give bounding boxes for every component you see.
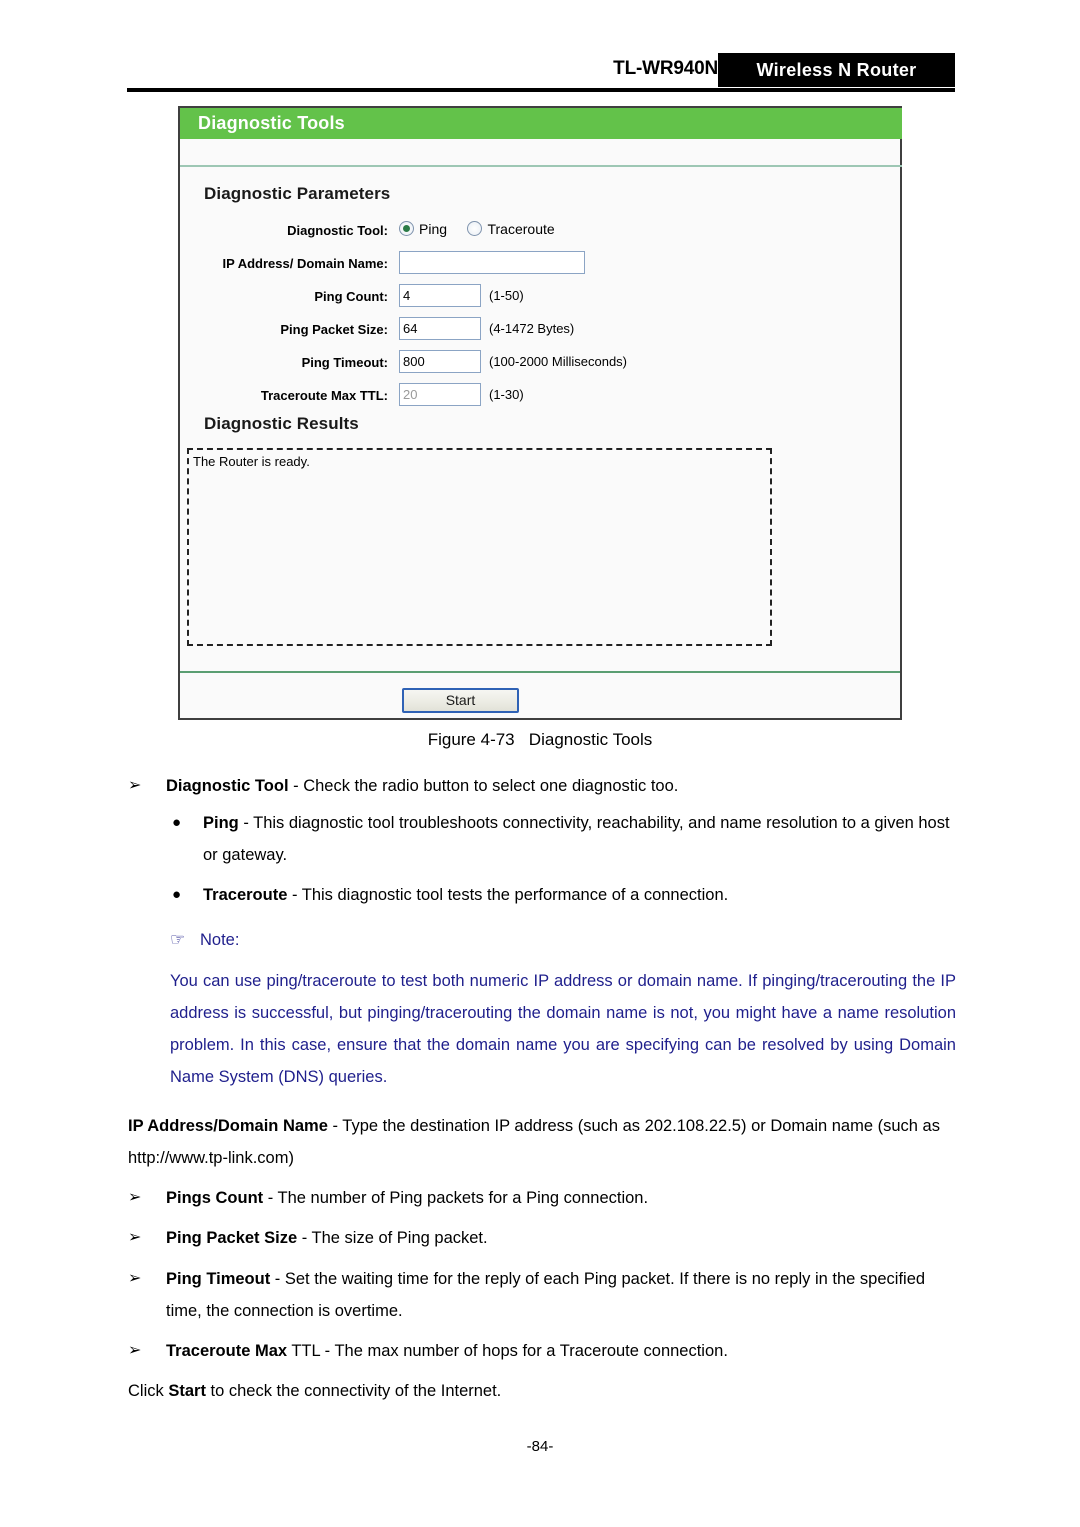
item-ip-address-domain-name: IP Address/Domain Name - Type the destin… [128,1110,956,1174]
item-packet-size-desc: - The size of Ping packet. [297,1229,488,1247]
traceroute-max-ttl-hint: (1-30) [489,387,524,402]
radio-ping-icon[interactable] [399,221,414,236]
row-traceroute-max-ttl: Traceroute Max TTL: (1-30) [180,383,902,409]
item-timeout: Ping Timeout - Set the waiting time for … [166,1263,956,1327]
ping-count-field-wrap: (1-50) [399,284,524,310]
bullet-marker-traceroute: ● [172,886,182,903]
radio-option-traceroute[interactable]: Traceroute [467,218,555,241]
ping-timeout-hint: (100-2000 Milliseconds) [489,354,628,369]
item-ping: Ping - This diagnostic tool troubleshoot… [203,807,955,871]
ping-timeout-field-wrap: (100-2000 Milliseconds) [399,350,627,376]
item-ping-desc: - This diagnostic tool troubleshoots con… [203,814,950,864]
panel-titlebar: Diagnostic Tools [180,108,902,139]
ip-address-label: IP Address/ Domain Name: [222,256,388,271]
item-pings-count-term: Pings Count [166,1189,264,1207]
row-diagnostic-tool: Diagnostic Tool: Ping Traceroute [180,218,902,244]
item-max-ttl: Traceroute Max TTL - The max number of h… [166,1335,956,1367]
radio-option-ping[interactable]: Ping [399,218,447,241]
row-ip-address: IP Address/ Domain Name: [180,251,902,277]
item-packet-size: Ping Packet Size - The size of Ping pack… [166,1222,956,1254]
click-start-post: to check the connectivity of the Interne… [205,1382,502,1400]
item-diagnostic-tool-term: Diagnostic Tool [166,777,289,795]
diagnostic-results-heading: Diagnostic Results [204,414,359,433]
ping-packet-size-field-wrap: (4-1472 Bytes) [399,317,574,343]
row-ping-packet-size: Ping Packet Size: (4-1472 Bytes) [180,317,902,343]
router-web-ui-panel: Diagnostic Tools Diagnostic Parameters D… [178,106,902,720]
ip-address-input[interactable] [399,251,585,274]
item-traceroute: Traceroute - This diagnostic tool tests … [203,879,955,911]
diagnostic-results-box[interactable]: The Router is ready. [187,448,772,646]
note-label: Note: [200,931,240,949]
bullet-marker-max-ttl: ➢ [128,1342,142,1359]
panel-separator [180,165,902,167]
diagnostic-parameters-heading: Diagnostic Parameters [204,184,391,203]
panel-footer-separator [180,671,900,673]
item-max-ttl-desc: - The max number of hops for a Tracerout… [320,1342,728,1360]
ping-packet-size-hint: (4-1472 Bytes) [489,321,575,336]
ping-packet-size-label: Ping Packet Size: [280,322,388,337]
note-paragraph: You can use ping/traceroute to test both… [170,972,956,1086]
note-hand-icon: ☞ [170,930,186,949]
traceroute-max-ttl-field-wrap: (1-30) [399,383,524,409]
ip-address-field-wrap [399,251,585,277]
item-timeout-desc: - Set the waiting time for the reply of … [166,1270,926,1320]
bullet-marker-ping: ● [172,814,182,831]
item-traceroute-term: Traceroute [203,886,288,904]
ping-timeout-label: Ping Timeout: [301,355,388,370]
row-ping-timeout: Ping Timeout: (100-2000 Milliseconds) [180,350,902,376]
item-pings-count: Pings Count - The number of Ping packets… [166,1182,956,1214]
bullet-marker-timeout: ➢ [128,1270,142,1287]
item-diagnostic-tool-desc: - Check the radio button to select one d… [288,777,679,795]
radio-traceroute-icon[interactable] [467,221,483,236]
bullet-marker-packet-size: ➢ [128,1229,142,1246]
item-ping-term: Ping [203,814,239,832]
header-rule [127,88,955,92]
diagnostic-tool-label: Diagnostic Tool: [287,223,388,238]
traceroute-max-ttl-label: Traceroute Max TTL: [260,388,388,403]
ping-count-hint: (1-50) [489,288,524,303]
item-ip-term: IP Address/Domain Name [128,1117,328,1135]
ping-packet-size-input[interactable] [399,317,481,340]
product-banner-text: Wireless N Router [756,60,917,80]
router-model-label: TL-WR940N [613,58,718,79]
item-traceroute-desc: - This diagnostic tool tests the perform… [287,886,729,904]
click-start-paragraph: Click Start to check the connectivity of… [128,1375,956,1407]
bullet-marker-diagnostic-tool: ➢ [128,777,142,794]
item-pings-count-desc: - The number of Ping packets for a Ping … [263,1189,649,1207]
document-header: TL-WR940N Wireless N Router [0,0,1080,98]
item-diagnostic-tool: Diagnostic Tool - Check the radio button… [166,770,956,802]
product-banner: Wireless N Router [718,53,955,87]
ping-count-input[interactable] [399,284,481,307]
item-packet-size-term: Ping Packet Size [166,1229,298,1247]
ping-timeout-input[interactable] [399,350,481,373]
item-max-ttl-term: Traceroute Max [166,1342,288,1360]
diagnostic-tool-radio-group: Ping Traceroute [399,218,571,244]
radio-ping-label: Ping [419,221,448,237]
ping-count-label: Ping Count: [314,289,388,304]
traceroute-max-ttl-input[interactable] [399,383,481,406]
item-max-ttl-term-plain: TTL [287,1342,321,1360]
figure-caption: Figure 4-73 Diagnostic Tools [427,730,653,749]
diagnostic-results-text: The Router is ready. [193,454,310,469]
panel-title: Diagnostic Tools [198,113,345,133]
page-number: -84- [526,1438,554,1455]
start-button[interactable]: Start [402,688,519,713]
click-start-pre: Click [128,1382,169,1400]
radio-traceroute-label: Traceroute [487,221,555,237]
click-start-bold: Start [168,1382,206,1400]
item-timeout-term: Ping Timeout [166,1270,271,1288]
row-ping-count: Ping Count: (1-50) [180,284,902,310]
bullet-marker-pings-count: ➢ [128,1189,142,1206]
